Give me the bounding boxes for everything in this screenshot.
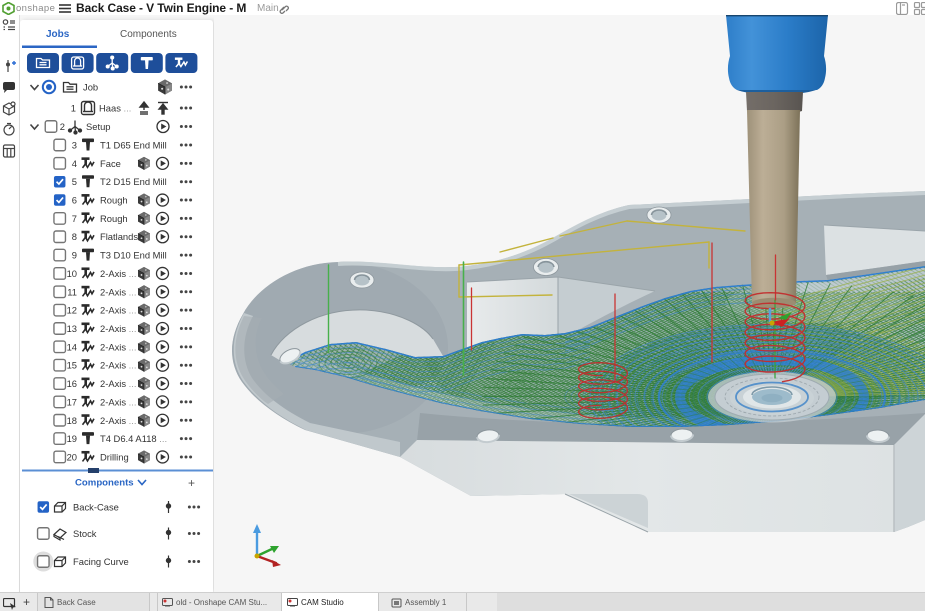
svg-text:T1 D65 End Mill: T1 D65 End Mill (100, 140, 167, 151)
svg-text:3: 3 (72, 140, 77, 151)
svg-text:Facing Curve: Facing Curve (73, 556, 129, 567)
svg-text:2-Axis ...: 2-Axis ... (100, 396, 136, 407)
svg-text:Drilling: Drilling (100, 452, 129, 463)
svg-text:Face: Face (100, 158, 121, 169)
svg-text:9: 9 (72, 250, 77, 261)
svg-text:4: 4 (72, 158, 77, 169)
svg-text:11: 11 (67, 286, 77, 297)
svg-text:18: 18 (67, 415, 77, 426)
svg-text:2: 2 (60, 121, 65, 132)
svg-text:Haas ...: Haas ... (99, 103, 131, 114)
svg-text:13: 13 (67, 323, 77, 334)
svg-text:Components: Components (75, 478, 134, 489)
svg-text:2-Axis ...: 2-Axis ... (100, 415, 136, 426)
svg-text:2-Axis ...: 2-Axis ... (100, 268, 136, 279)
svg-text:20: 20 (67, 452, 77, 463)
svg-text:17: 17 (67, 396, 77, 407)
svg-text:2-Axis ...: 2-Axis ... (100, 286, 136, 297)
svg-text:2-Axis ...: 2-Axis ... (100, 305, 136, 316)
svg-text:Setup: Setup (86, 121, 111, 132)
svg-text:Rough: Rough (100, 213, 128, 224)
svg-text:2-Axis ...: 2-Axis ... (100, 341, 136, 352)
svg-text:+: + (188, 476, 195, 490)
svg-text:14: 14 (67, 341, 77, 352)
svg-text:T3 D10 End Mill: T3 D10 End Mill (100, 250, 167, 261)
svg-text:Job: Job (83, 82, 98, 93)
svg-text:15: 15 (67, 360, 77, 371)
svg-text:1: 1 (71, 103, 76, 114)
svg-text:6: 6 (72, 195, 77, 206)
svg-text:Components: Components (120, 29, 177, 40)
svg-text:Back-Case: Back-Case (73, 502, 119, 513)
svg-text:2-Axis ...: 2-Axis ... (100, 323, 136, 334)
svg-text:T4 D6.4 A118 ...: T4 D6.4 A118 ... (100, 433, 167, 444)
svg-text:T2 D15 End Mill: T2 D15 End Mill (100, 176, 167, 187)
svg-text:8: 8 (72, 231, 77, 242)
svg-text:19: 19 (67, 433, 77, 444)
svg-text:12: 12 (67, 305, 77, 316)
svg-text:Stock: Stock (73, 528, 97, 539)
svg-text:Flatlands: Flatlands (100, 231, 138, 242)
svg-text:7: 7 (72, 213, 77, 224)
svg-text:Jobs: Jobs (46, 29, 70, 40)
svg-text:2-Axis ...: 2-Axis ... (100, 378, 136, 389)
svg-text:5: 5 (72, 176, 77, 187)
svg-text:Rough: Rough (100, 195, 128, 206)
svg-text:10: 10 (67, 268, 77, 279)
svg-text:2-Axis ...: 2-Axis ... (100, 360, 136, 371)
svg-text:16: 16 (67, 378, 77, 389)
